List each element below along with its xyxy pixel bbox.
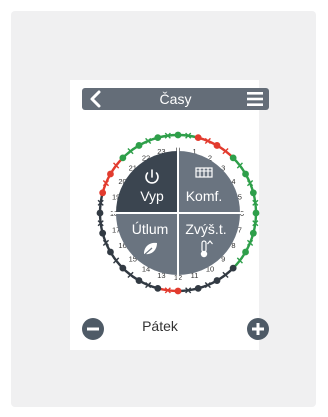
mode-hub: Vyp Komf. Útlum Zvýš.t. (104, 139, 252, 287)
mode-zvys-label: Zvýš.t. (185, 221, 226, 237)
schedule-marker[interactable] (99, 189, 107, 197)
schedule-marker[interactable] (229, 154, 237, 162)
schedule-marker[interactable] (194, 134, 202, 142)
schedule-marker[interactable] (96, 209, 104, 217)
schedule-marker[interactable] (154, 284, 162, 292)
previous-day-button[interactable] (82, 318, 104, 340)
schedule-marker[interactable] (154, 134, 162, 142)
schedule-marker[interactable] (229, 264, 237, 272)
header-bar: Časy (82, 88, 269, 110)
schedule-marker[interactable] (135, 142, 143, 149)
schedule-marker[interactable] (99, 229, 107, 237)
page-title: Časy (159, 91, 192, 107)
hamburger-menu-icon[interactable] (247, 92, 263, 106)
schedule-marker[interactable] (119, 154, 127, 162)
schedule-marker[interactable] (107, 170, 114, 178)
plus-icon (252, 323, 264, 335)
mode-komf-label: Komf. (186, 188, 223, 204)
schedule-marker[interactable] (194, 284, 202, 292)
schedule-marker[interactable] (119, 264, 127, 272)
schedule-marker[interactable] (213, 277, 221, 284)
mode-vyp-label: Vyp (140, 188, 164, 204)
schedule-marker[interactable] (213, 142, 221, 149)
schedule-marker[interactable] (174, 131, 182, 139)
schedule-marker[interactable] (107, 248, 114, 256)
mode-utlum-label: Útlum (132, 221, 169, 237)
schedule-marker[interactable] (249, 229, 257, 237)
schedule-marker[interactable] (242, 248, 249, 256)
schedule-marker[interactable] (135, 277, 143, 284)
schedule-dial: 01234567891011121314151617181920212223 V… (96, 131, 260, 295)
minus-icon (87, 327, 99, 331)
day-label: Pátek (142, 318, 178, 334)
schedule-marker[interactable] (242, 170, 249, 178)
schedule-marker[interactable] (249, 189, 257, 197)
next-day-button[interactable] (247, 318, 269, 340)
schedule-marker[interactable] (174, 287, 182, 295)
schedule-marker[interactable] (252, 209, 260, 217)
